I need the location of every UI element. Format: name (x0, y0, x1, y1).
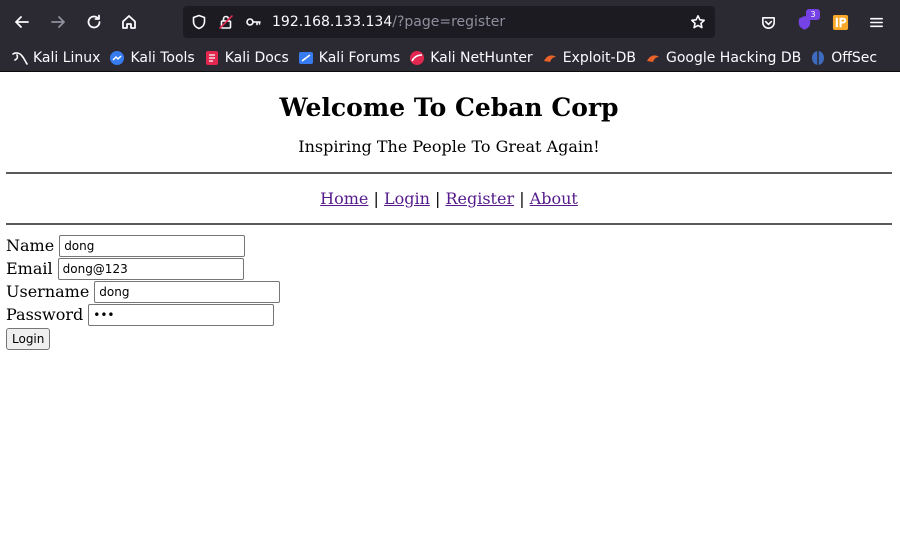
username-input[interactable] (94, 280, 281, 303)
site-nav: Home | Login | Register | About (6, 188, 892, 210)
login-button[interactable]: Login (6, 328, 51, 350)
ghdb-icon (645, 50, 661, 66)
bookmark-label: OffSec (831, 49, 878, 66)
extension-badge: 3 (806, 9, 820, 20)
bookmarks-toolbar: Kali Linux Kali Tools Kali Docs Kali For… (0, 44, 900, 72)
address-bar[interactable]: 192.168.133.134/?page=register (183, 6, 715, 38)
name-input[interactable] (59, 234, 246, 257)
nav-separator: | (373, 189, 379, 208)
home-button[interactable] (114, 7, 144, 37)
page-tagline: Inspiring The People To Great Again! (298, 137, 600, 156)
tracking-protection-icon[interactable] (190, 13, 208, 31)
bookmark-kali-docs[interactable]: Kali Docs (200, 46, 293, 70)
divider-top (6, 172, 892, 174)
bookmark-label: Kali Linux (33, 49, 101, 66)
ip-extension-button[interactable] (825, 7, 855, 37)
bookmark-kali-nethunter[interactable]: Kali NetHunter (405, 46, 536, 70)
menu-button[interactable] (861, 7, 891, 37)
register-form: Name Email Username Password Login (6, 234, 892, 350)
pocket-button[interactable] (753, 7, 783, 37)
pocket-icon (761, 16, 775, 29)
ip-address-icon (832, 14, 848, 30)
browser-toolbar: 192.168.133.134/?page=register 3 (0, 0, 900, 44)
form-row-name: Name (6, 234, 892, 257)
nav-link-home[interactable]: Home (320, 189, 368, 208)
nav-link-about[interactable]: About (530, 189, 578, 208)
page-title: Welcome To Ceban Corp (279, 93, 619, 122)
hamburger-menu-icon (869, 17, 883, 27)
back-arrow-icon (15, 16, 29, 28)
email-label: Email (6, 258, 53, 278)
extension-button[interactable]: 3 (789, 7, 820, 37)
divider-bottom (6, 223, 892, 225)
username-label: Username (6, 281, 90, 301)
nav-link-login[interactable]: Login (384, 189, 430, 208)
url-path: /?page=register (392, 14, 506, 30)
name-label: Name (6, 235, 55, 255)
bookmark-label: Kali NetHunter (430, 49, 533, 66)
bookmark-offsec[interactable]: OffSec (806, 46, 881, 70)
reload-button[interactable] (79, 7, 109, 37)
form-row-password: Password (6, 303, 892, 326)
bookmark-google-hacking-db[interactable]: Google Hacking DB (641, 46, 805, 70)
page-content: Welcome To Ceban Corp Inspiring The Peop… (0, 73, 900, 555)
bookmark-label: Exploit-DB (562, 49, 636, 66)
bookmark-kali-tools[interactable]: Kali Tools (105, 46, 198, 70)
home-icon (122, 15, 136, 29)
bookmark-label: Kali Forums (318, 49, 401, 66)
bookmark-label: Kali Tools (130, 49, 195, 66)
bookmark-kali-forums[interactable]: Kali Forums (294, 46, 404, 70)
password-input[interactable] (88, 303, 275, 326)
reload-icon (87, 14, 101, 29)
bookmark-exploit-db[interactable]: Exploit-DB (538, 46, 640, 70)
bookmark-label: Google Hacking DB (665, 49, 802, 66)
email-input[interactable] (57, 257, 244, 280)
nav-separator: | (519, 189, 525, 208)
exploit-db-icon (542, 50, 558, 66)
kali-dragon-icon (12, 50, 28, 66)
nav-separator: | (434, 189, 441, 208)
password-label: Password (6, 304, 84, 324)
offsec-icon (810, 50, 826, 66)
url-text[interactable]: 192.168.133.134/?page=register (272, 13, 505, 31)
kali-docs-icon (204, 50, 220, 66)
kali-forums-icon (298, 50, 314, 66)
bookmark-kali-linux[interactable]: Kali Linux (8, 46, 104, 70)
forward-button[interactable] (43, 7, 73, 37)
bookmark-label: Kali Docs (224, 49, 289, 66)
nethunter-icon (409, 50, 425, 66)
form-row-email: Email (6, 257, 892, 280)
form-row-username: Username (6, 280, 892, 303)
key-icon[interactable] (244, 13, 262, 31)
kali-tools-icon (109, 50, 125, 66)
bookmark-star-icon[interactable] (689, 13, 707, 31)
forward-arrow-icon (51, 16, 65, 28)
back-button[interactable] (7, 7, 37, 37)
nav-link-register[interactable]: Register (445, 189, 514, 208)
url-host: 192.168.133.134 (272, 14, 393, 30)
insecure-lock-icon[interactable] (217, 13, 235, 31)
